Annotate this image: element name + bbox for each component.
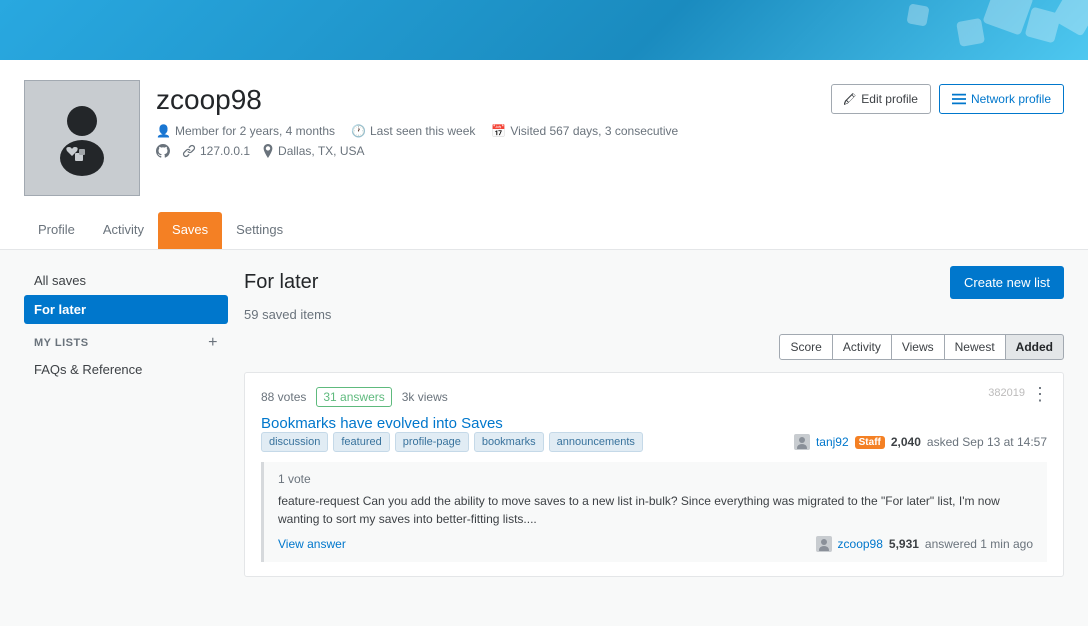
add-list-button[interactable]: + [208, 334, 218, 352]
question-tags: discussion featured profile-page bookmar… [261, 432, 1047, 452]
answerer-rep: 5,931 [889, 537, 919, 551]
sort-tab-score[interactable]: Score [779, 334, 832, 360]
tab-activity[interactable]: Activity [89, 212, 158, 249]
more-options-button[interactable]: ⋮ [1031, 385, 1049, 403]
visited: 📅 Visited 567 days, 3 consecutive [491, 124, 678, 138]
answered-time: answered 1 min ago [925, 537, 1033, 551]
sidebar: All saves For later MY LISTS + FAQs & Re… [24, 266, 244, 589]
question-title[interactable]: Bookmarks have evolved into Saves [261, 415, 503, 432]
answer-meta: zcoop98 5,931 answered 1 min ago [816, 536, 1033, 552]
sort-tab-added[interactable]: Added [1005, 334, 1064, 360]
sort-tab-newest[interactable]: Newest [944, 334, 1006, 360]
question-asker-name[interactable]: tanj92 [816, 435, 849, 449]
sidebar-item-for-later[interactable]: For later [24, 295, 228, 324]
tag-discussion[interactable]: discussion [261, 432, 328, 452]
sort-tab-activity[interactable]: Activity [832, 334, 892, 360]
answer-preview: 1 vote feature-request Can you add the a… [261, 462, 1047, 562]
answer-count[interactable]: 31 answers [316, 387, 391, 407]
asker-rep: 2,040 [891, 435, 921, 449]
staff-badge: Staff [855, 436, 885, 449]
main-container: All saves For later MY LISTS + FAQs & Re… [0, 250, 1088, 605]
clock-icon: 🕐 [351, 124, 366, 138]
profile-links: 127.0.0.1 Dallas, TX, USA [156, 144, 678, 158]
sidebar-item-all-saves[interactable]: All saves [24, 266, 228, 295]
question-meta: tanj92 Staff 2,040 asked Sep 13 at 14:57 [794, 434, 1047, 450]
sort-tab-views[interactable]: Views [891, 334, 945, 360]
member-since: 👤 Member for 2 years, 4 months [156, 124, 335, 138]
view-count: 3k views [402, 390, 448, 404]
content-area: For later Create new list 59 saved items… [244, 266, 1064, 589]
saved-count: 59 saved items [244, 307, 1064, 322]
tab-profile[interactable]: Profile [24, 212, 89, 249]
network-profile-button[interactable]: Network profile [939, 84, 1064, 114]
profile-nav: Profile Activity Saves Settings [24, 212, 1064, 249]
content-header: For later Create new list [244, 266, 1064, 299]
profile-header: zcoop98 👤 Member for 2 years, 4 months 🕐… [0, 60, 1088, 250]
calendar-icon: 📅 [491, 124, 506, 138]
tag-featured[interactable]: featured [333, 432, 389, 452]
sidebar-my-lists-header: MY LISTS + [24, 324, 228, 356]
answer-vote-count: 1 vote [278, 472, 1033, 486]
member-icon: 👤 [156, 124, 171, 138]
vote-count: 88 votes [261, 390, 306, 404]
tab-saves[interactable]: Saves [158, 212, 222, 249]
profile-info: zcoop98 👤 Member for 2 years, 4 months 🕐… [156, 80, 678, 158]
question-id: 382019 [988, 387, 1025, 399]
tab-settings[interactable]: Settings [222, 212, 297, 249]
view-answer-link[interactable]: View answer [278, 537, 346, 551]
sort-tabs: Score Activity Views Newest Added [244, 334, 1064, 360]
avatar [24, 80, 140, 196]
answerer-avatar [816, 536, 832, 552]
profile-username: zcoop98 [156, 84, 678, 116]
tag-announcements[interactable]: announcements [549, 432, 643, 452]
question-stats: 88 votes 31 answers 3k views [261, 387, 1047, 407]
edit-profile-button[interactable]: Edit profile [831, 84, 931, 114]
tag-profile-page[interactable]: profile-page [395, 432, 469, 452]
asked-time: asked Sep 13 at 14:57 [927, 435, 1047, 449]
github-link[interactable] [156, 144, 170, 158]
last-seen: 🕐 Last seen this week [351, 124, 475, 138]
answerer-name[interactable]: zcoop98 [838, 537, 883, 551]
answer-text: feature-request Can you add the ability … [278, 492, 1033, 528]
content-title: For later [244, 271, 318, 294]
sidebar-list-faqs[interactable]: FAQs & Reference [24, 356, 228, 383]
top-banner [0, 0, 1088, 60]
profile-actions: Edit profile Network profile [831, 80, 1064, 114]
location: Dallas, TX, USA [262, 144, 364, 158]
tag-bookmarks[interactable]: bookmarks [474, 432, 544, 452]
website-link[interactable]: 127.0.0.1 [182, 144, 250, 158]
create-new-list-button[interactable]: Create new list [950, 266, 1064, 299]
question-card: 88 votes 31 answers 3k views 382019 ⋮ Bo… [244, 372, 1064, 577]
question-asker-avatar [794, 434, 810, 450]
profile-meta: 👤 Member for 2 years, 4 months 🕐 Last se… [156, 124, 678, 138]
